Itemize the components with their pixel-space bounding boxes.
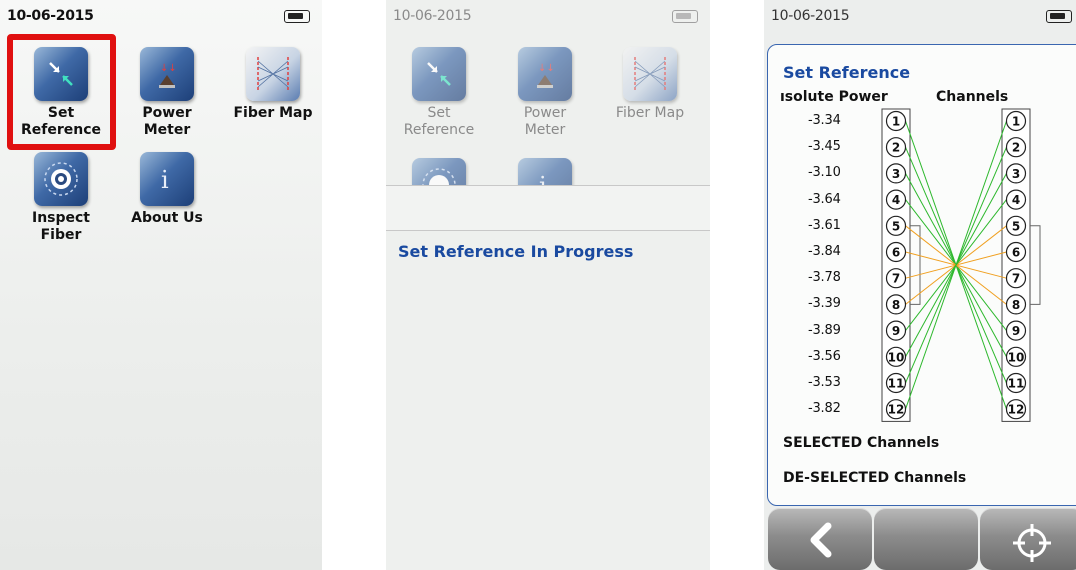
power-value: -3.64 [808,191,841,207]
set-reference-panel: 10-06-2015 Set Reference ısolute Power C… [764,0,1076,570]
app-label: Power Meter [523,105,567,138]
set-reference-icon [34,47,88,101]
app-power-meter: ↓↓ Power Meter [497,47,593,139]
app-label: Fiber Map [615,105,685,121]
app-set-reference[interactable]: Set Reference [13,47,109,139]
app-label: Inspect Fiber [31,210,91,243]
left-bracket [910,225,921,305]
crosshair-icon [1013,524,1051,562]
column-header-power: ısolute Power [780,89,888,105]
app-label: Set Reference [20,105,102,138]
channel-number: 8 [1012,298,1020,312]
app-label: Set Reference [403,105,475,138]
channel-number: 7 [1012,272,1020,286]
channel-map-diagram: 123456789101112123456789101112 [881,108,1041,422]
app-label: Power Meter [142,105,192,138]
fiber-map-icon [246,47,300,101]
power-value: -3.56 [808,348,841,364]
app-set-reference: Set Reference [391,47,487,139]
channel-number: 10 [888,350,905,364]
progress-screen-panel: 10-06-2015 Set Reference ↓↓ Power Meter Fi… [386,0,710,570]
power-meter-icon: ↓↓ [140,47,194,101]
svg-text:↓↓: ↓↓ [160,63,177,74]
app-power-meter[interactable]: ↓↓ Power Meter [119,47,215,139]
channel-number: 5 [892,219,900,233]
svg-text:i: i [161,166,169,194]
channel-number: 11 [888,377,905,391]
channel-number: 1 [892,115,900,129]
fiber-map-icon [623,47,677,101]
channel-number: 10 [1008,350,1025,364]
power-value: -3.61 [808,217,841,233]
date-label: 10-06-2015 [393,8,472,24]
app-label: Fiber Map [233,105,313,121]
power-value: -3.84 [808,244,841,259]
channel-number: 7 [892,272,900,286]
inspect-fiber-icon [34,152,88,206]
svg-text:↓↓: ↓↓ [538,63,555,74]
channel-number: 1 [1012,115,1020,129]
battery-icon [672,10,698,23]
progress-bar-strip [386,185,710,231]
channel-number: 9 [892,324,900,338]
channel-number: 12 [1008,403,1025,417]
date-label: 10-06-2015 [7,8,94,24]
card-title: Set Reference [783,63,911,82]
power-value: -3.89 [808,322,841,338]
right-bracket [1030,225,1041,305]
channel-number: 9 [1012,324,1020,338]
deselected-channels-legend: DE-SELECTED Channels [783,470,967,486]
power-value: -3.78 [808,270,841,286]
channel-number: 12 [888,403,905,417]
power-value: -3.82 [808,401,841,417]
channel-number: 4 [892,193,900,207]
set-reference-icon [412,47,466,101]
target-button[interactable] [980,508,1076,570]
channel-number: 4 [1012,193,1020,207]
info-icon: i [140,152,194,206]
channel-number: 3 [892,167,900,181]
app-inspect-fiber[interactable]: Inspect Fiber [13,152,109,244]
battery-icon [284,10,310,23]
power-value: -3.39 [808,296,841,312]
channel-number: 3 [1012,167,1020,181]
channel-number: 2 [1012,141,1020,155]
power-value: -3.53 [808,375,841,390]
channel-number: 5 [1012,219,1020,233]
power-meter-icon: ↓↓ [518,47,572,101]
app-about-us[interactable]: i About Us [119,152,215,227]
home-screen-panel: 10-06-2015 Set Reference ↓↓ Power Meter Fi… [0,0,322,570]
column-header-channels: Channels [936,89,1009,105]
channel-number: 6 [892,246,900,260]
app-fiber-map: Fiber Map [602,47,698,122]
set-reference-card: Set Reference ısolute Power Channels -3.… [767,44,1076,506]
back-button[interactable] [768,508,872,570]
channel-number: 8 [892,298,900,312]
app-fiber-map[interactable]: Fiber Map [225,47,321,122]
selected-channels-legend: SELECTED Channels [783,435,940,451]
chevron-left-icon [810,522,832,558]
channel-number: 11 [1008,377,1025,391]
power-value: -3.45 [808,139,841,155]
date-label: 10-06-2015 [771,8,850,24]
progress-status-text: Set Reference In Progress [398,242,634,261]
channel-number: 2 [892,141,900,155]
channel-number: 6 [1012,246,1020,260]
power-value: -3.10 [808,165,841,181]
app-label: About Us [131,210,203,226]
battery-icon [1046,10,1072,23]
blank-button[interactable] [874,508,978,570]
power-value: -3.34 [808,113,841,128]
